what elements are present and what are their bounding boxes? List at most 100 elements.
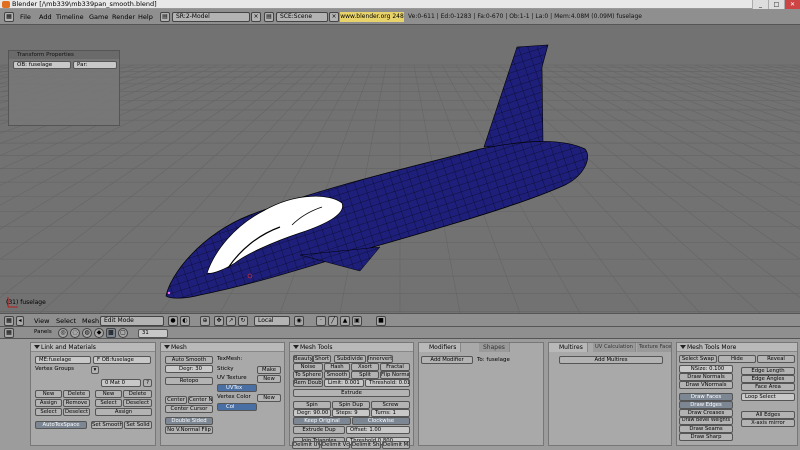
xsort-button[interactable]: Xsort — [351, 363, 379, 371]
mesh-panel-header[interactable]: Mesh — [161, 343, 284, 352]
frame-field[interactable]: 31 — [138, 329, 168, 338]
mode-select[interactable]: Edit Mode — [100, 316, 164, 326]
vgroup-delete-button[interactable]: Delete — [63, 390, 90, 398]
draw-edges-toggle[interactable]: Draw Edges — [679, 401, 733, 409]
all-edges-toggle[interactable]: All Edges — [741, 411, 795, 419]
smooth-button[interactable]: Smooth — [324, 371, 350, 379]
vgroup-remove-button[interactable]: Remove — [63, 399, 90, 407]
occlude-icon[interactable]: ▣ — [352, 316, 362, 326]
offset-field[interactable]: Offset: 1.00 — [346, 426, 410, 434]
beauty-toggle[interactable]: Beauty — [293, 355, 313, 363]
manipulator-icon[interactable]: ✥ — [214, 316, 224, 326]
link-materials-header[interactable]: Link and Materials — [31, 343, 155, 352]
tab-shapes[interactable]: Shapes — [479, 343, 510, 352]
object-context-icon[interactable]: ◆ — [94, 328, 104, 338]
mesh-name-field[interactable]: ME:fuselage — [35, 356, 91, 364]
3d-viewport[interactable]: Transform Properties OB: fuselage Par: (… — [0, 25, 800, 313]
threshold-field[interactable]: Threshold: 0.010 — [365, 379, 410, 387]
draw-seams-toggle[interactable]: Draw Seams — [679, 425, 733, 433]
menu-help[interactable]: Help — [138, 12, 153, 22]
menu-mesh[interactable]: Mesh — [82, 316, 99, 326]
no-vnormal-flip-toggle[interactable]: No V.Normal Flip — [165, 426, 213, 434]
vgroup-select-button[interactable]: Select — [35, 408, 62, 416]
material-select-button[interactable]: Select — [95, 399, 122, 407]
scene-context-icon[interactable]: ▢ — [118, 328, 128, 338]
edge-select-icon[interactable]: ╱ — [328, 316, 338, 326]
degr-field[interactable]: Degr: 90.00 — [293, 409, 331, 417]
transform-properties-header[interactable]: Transform Properties — [9, 51, 119, 59]
window-type-icon[interactable]: ▦ — [4, 316, 14, 326]
window-type-icon[interactable]: ▦ — [4, 12, 14, 22]
delimit-sharp-toggle[interactable]: Delimit Sharp — [351, 441, 381, 449]
window-type-icon[interactable]: ▦ — [4, 328, 14, 338]
clockwise-toggle[interactable]: Clockwise — [352, 417, 410, 425]
hide-button[interactable]: Hide — [718, 355, 756, 363]
draw-type-icon[interactable]: ● — [168, 316, 178, 326]
menu-add[interactable]: Add — [39, 12, 52, 22]
spin-button[interactable]: Spin — [293, 401, 331, 409]
menu-select[interactable]: Select — [56, 316, 76, 326]
split-button[interactable]: Split — [351, 371, 379, 379]
object-name-field[interactable]: OB: fuselage — [13, 61, 71, 69]
mesh-tools-more-header[interactable]: Mesh Tools More — [677, 343, 797, 352]
translate-icon[interactable]: ↗ — [226, 316, 236, 326]
hash-button[interactable]: Hash — [324, 363, 350, 371]
close-button[interactable]: ✕ — [784, 0, 800, 9]
layer-icon[interactable]: ◉ — [294, 316, 304, 326]
parent-field[interactable]: Par: — [73, 61, 117, 69]
tab-texture-face[interactable]: Texture Face — [637, 343, 671, 352]
noise-button[interactable]: Noise — [293, 363, 323, 371]
draw-sharp-toggle[interactable]: Draw Sharp — [679, 433, 733, 441]
editing-context-icon[interactable]: ▩ — [106, 328, 116, 338]
limit-field[interactable]: Limit: 0.001 — [324, 379, 364, 387]
material-assign-button[interactable]: Assign — [95, 408, 152, 416]
uvtex-layer[interactable]: UVTex — [217, 384, 257, 392]
face-select-icon[interactable]: ▲ — [340, 316, 350, 326]
uv-texture-new-button[interactable]: New — [257, 375, 281, 383]
scene-field[interactable]: SCE:Scene — [276, 12, 328, 22]
steps-field[interactable]: Steps: 9 — [332, 409, 370, 417]
minimize-button[interactable]: _ — [752, 0, 768, 9]
draw-faces-toggle[interactable]: Draw Faces — [679, 393, 733, 401]
loop-select-field[interactable]: Loop Select — [741, 393, 795, 401]
script-icon[interactable]: ◌ — [70, 328, 80, 338]
vertex-group-browse[interactable]: ▾ — [91, 366, 99, 374]
add-modifier-button[interactable]: Add Modifier — [421, 356, 473, 364]
edge-length-toggle[interactable]: Edge Length — [741, 367, 795, 375]
set-solid-button[interactable]: Set Solid — [124, 421, 152, 429]
reveal-button[interactable]: Reveal — [757, 355, 795, 363]
header-collapse-icon[interactable]: ◂ — [16, 316, 24, 326]
logic-icon[interactable]: ◎ — [58, 328, 68, 338]
maximize-button[interactable]: □ — [768, 0, 784, 9]
orientation-select[interactable]: Local — [254, 316, 290, 326]
vertex-select-icon[interactable]: · — [316, 316, 326, 326]
center-button[interactable]: Center — [165, 396, 187, 404]
tab-modifiers[interactable]: Modifiers — [419, 343, 462, 352]
extrude-button[interactable]: Extrude — [293, 389, 410, 397]
set-smooth-button[interactable]: Set Smooth — [91, 421, 123, 429]
vgroup-assign-button[interactable]: Assign — [35, 399, 62, 407]
spin-dup-button[interactable]: Spin Dup — [332, 401, 370, 409]
auto-smooth-degree[interactable]: Degr: 30 — [165, 365, 213, 373]
menu-file[interactable]: File — [20, 12, 31, 22]
rem-double-button[interactable]: Rem Double — [293, 379, 323, 387]
short-toggle[interactable]: Short — [313, 355, 331, 363]
menu-view[interactable]: View — [34, 316, 49, 326]
menu-render[interactable]: Render — [112, 12, 135, 22]
innervert-button[interactable]: Innervert — [367, 355, 393, 363]
x-axis-mirror-toggle[interactable]: X-axis mirror — [741, 419, 795, 427]
delimit-vcol-toggle[interactable]: Delimit Vcol — [321, 441, 350, 449]
tab-uv-calculation[interactable]: UV Calculation — [593, 343, 636, 352]
vgroup-new-button[interactable]: New — [35, 390, 62, 398]
menu-timeline[interactable]: Timeline — [56, 12, 84, 22]
nsize-field[interactable]: NSize: 0.100 — [679, 365, 733, 373]
face-area-toggle[interactable]: Face Area — [741, 383, 795, 391]
edge-angles-toggle[interactable]: Edge Angles — [741, 375, 795, 383]
scene-browse-icon[interactable]: ▤ — [264, 12, 274, 22]
sticky-make-button[interactable]: Make — [257, 366, 281, 374]
screen-delete-icon[interactable]: × — [251, 12, 261, 22]
rotate-icon[interactable]: ↻ — [238, 316, 248, 326]
autotexspace-toggle[interactable]: AutoTexSpace — [35, 421, 87, 429]
keep-original-toggle[interactable]: Keep Original — [293, 417, 351, 425]
subdivide-button[interactable]: Subdivide — [334, 355, 366, 363]
